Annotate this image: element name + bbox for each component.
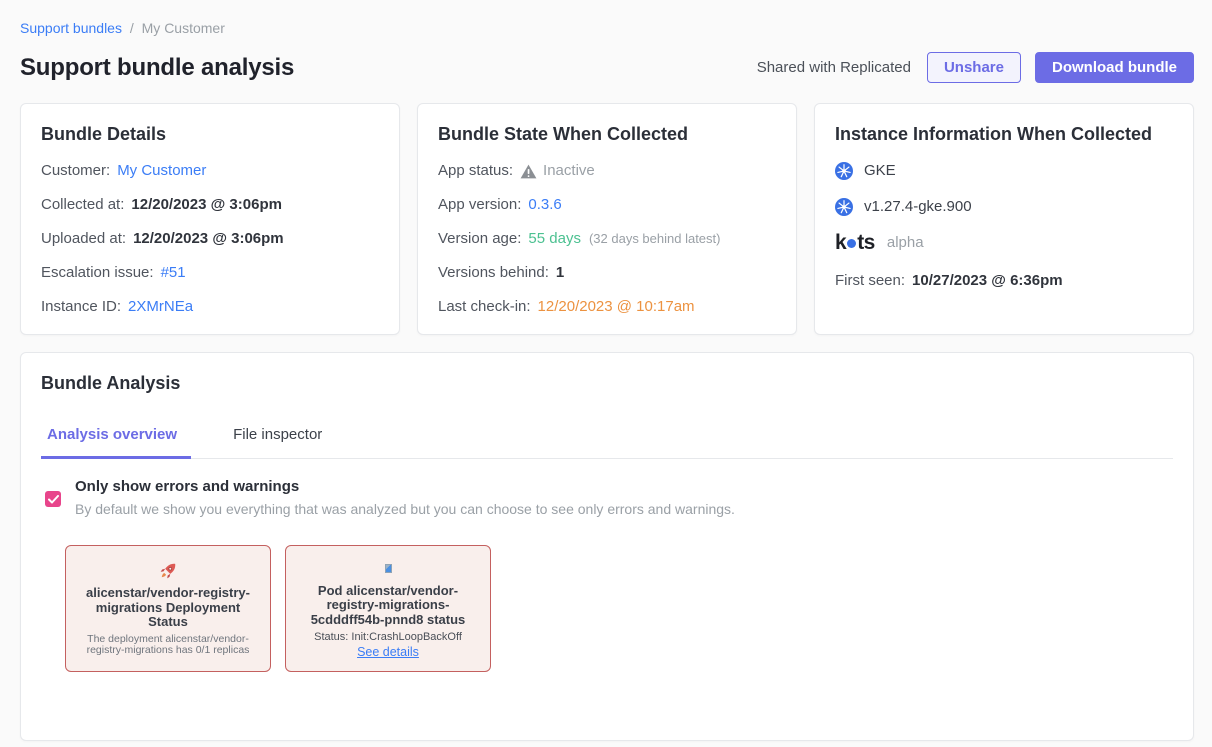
unshare-button[interactable]: Unshare (927, 52, 1021, 83)
instance-id-link[interactable]: 2XMrNEa (128, 296, 193, 317)
version-age-value: 55 days (528, 228, 581, 249)
analysis-tabs: Analysis overview File inspector (41, 426, 1173, 459)
only-errors-description: By default we show you everything that w… (75, 501, 735, 517)
warning-description: The deployment alicenstar/vendor-registr… (76, 634, 260, 657)
version-age-note: (32 days behind latest) (589, 228, 721, 249)
warning-triangle-icon (520, 164, 537, 179)
bundle-state-title: Bundle State When Collected (438, 124, 776, 145)
distribution-row: GKE (835, 160, 1173, 181)
escalation-issue-row: Escalation issue: #51 (41, 262, 379, 283)
customer-link[interactable]: My Customer (117, 160, 206, 181)
first-seen-value: 10/27/2023 @ 6:36pm (912, 270, 1063, 291)
app-version-link[interactable]: 0.3.6 (528, 194, 561, 215)
app-status-row: App status: Inactive (438, 160, 776, 181)
instance-id-row: Instance ID: 2XMrNEa (41, 296, 379, 317)
pod-status-text: Status: Init:CrashLoopBackOff (314, 631, 462, 643)
kubernetes-icon (835, 162, 853, 180)
page-header: Support bundle analysis Shared with Repl… (20, 52, 1194, 83)
kots-logo-dot (847, 239, 856, 248)
analysis-results: alicenstar/vendor-registry-migrations De… (41, 545, 1173, 672)
uploaded-at-value: 12/20/2023 @ 3:06pm (133, 228, 284, 249)
bundle-analysis-card: Bundle Analysis Analysis overview File i… (20, 352, 1194, 741)
filter-row: Only show errors and warnings By default… (41, 459, 1173, 517)
collected-at-row: Collected at: 12/20/2023 @ 3:06pm (41, 194, 379, 215)
breadcrumb-separator: / (130, 20, 134, 36)
bundle-details-title: Bundle Details (41, 124, 379, 145)
broken-image-icon (385, 558, 392, 580)
app-version-row: App version: 0.3.6 (438, 194, 776, 215)
last-checkin-row: Last check-in: 12/20/2023 @ 10:17am (438, 296, 776, 317)
k8s-version-row: v1.27.4-gke.900 (835, 196, 1173, 217)
tab-analysis-overview[interactable]: Analysis overview (41, 426, 191, 459)
support-bundle-analysis-page: Support bundles / My Customer Support bu… (0, 0, 1212, 747)
collected-at-value: 12/20/2023 @ 3:06pm (131, 194, 282, 215)
bundle-details-card: Bundle Details Customer: My Customer Col… (20, 103, 400, 335)
only-errors-checkbox[interactable] (45, 491, 61, 507)
bundle-state-card: Bundle State When Collected App status: … (417, 103, 797, 335)
kots-logo: kts (835, 232, 875, 253)
escalation-issue-link[interactable]: #51 (161, 262, 186, 283)
page-title: Support bundle analysis (20, 54, 294, 82)
warning-title: Pod alicenstar/vendor-registry-migration… (296, 584, 480, 628)
info-cards-row: Bundle Details Customer: My Customer Col… (20, 103, 1194, 335)
first-seen-row: First seen: 10/27/2023 @ 6:36pm (835, 270, 1173, 291)
versions-behind-value: 1 (556, 262, 564, 283)
version-age-row: Version age: 55 days (32 days behind lat… (438, 228, 776, 249)
instance-info-card: Instance Information When Collected (814, 103, 1194, 335)
kots-row: kts alpha (835, 232, 1173, 253)
kots-channel: alpha (887, 232, 924, 253)
warning-title: alicenstar/vendor-registry-migrations De… (76, 586, 260, 630)
pod-status-warning-card: Pod alicenstar/vendor-registry-migration… (285, 545, 491, 672)
download-bundle-button[interactable]: Download bundle (1035, 52, 1194, 83)
breadcrumb-current-page: My Customer (142, 20, 225, 36)
kubernetes-icon (835, 198, 853, 216)
last-checkin-value: 12/20/2023 @ 10:17am (538, 296, 695, 317)
uploaded-at-row: Uploaded at: 12/20/2023 @ 3:06pm (41, 228, 379, 249)
k8s-version-value: v1.27.4-gke.900 (864, 196, 972, 217)
breadcrumb-support-bundles-link[interactable]: Support bundles (20, 20, 122, 36)
rocket-icon (158, 560, 178, 582)
versions-behind-row: Versions behind: 1 (438, 262, 776, 283)
app-status-value: Inactive (543, 160, 595, 181)
breadcrumb: Support bundles / My Customer (20, 20, 1194, 36)
tab-file-inspector[interactable]: File inspector (227, 426, 328, 458)
only-errors-label[interactable]: Only show errors and warnings (75, 478, 735, 495)
header-actions: Shared with Replicated Unshare Download … (757, 52, 1194, 83)
shared-status-text: Shared with Replicated (757, 59, 911, 76)
customer-row: Customer: My Customer (41, 160, 379, 181)
instance-info-title: Instance Information When Collected (835, 124, 1173, 145)
deployment-status-warning-card: alicenstar/vendor-registry-migrations De… (65, 545, 271, 672)
bundle-analysis-title: Bundle Analysis (41, 373, 1173, 394)
distribution-value: GKE (864, 160, 896, 181)
see-details-link[interactable]: See details (357, 645, 419, 659)
